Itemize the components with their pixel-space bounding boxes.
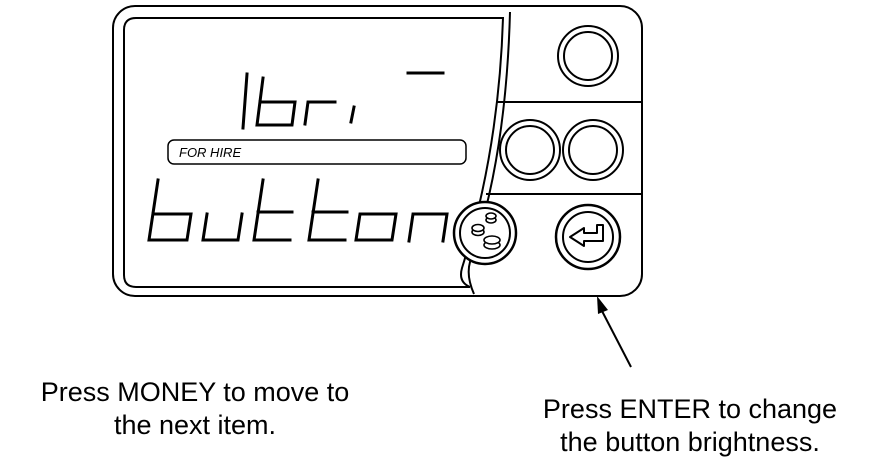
middle-right-button[interactable] (562, 119, 624, 181)
money-instruction-caption: Press MONEY to move to the next item. (0, 376, 390, 442)
caption-line: Press MONEY to move to (40, 377, 350, 407)
enter-instruction-caption: Press ENTER to change the button brightn… (510, 393, 870, 459)
pointer-arrow (597, 296, 632, 368)
caption-line: Press ENTER to change (542, 394, 838, 424)
money-button[interactable] (452, 200, 518, 266)
middle-left-button[interactable] (499, 119, 561, 181)
caption-line: the button brightness. (560, 427, 820, 457)
caption-line: the next item. (113, 410, 277, 440)
top-right-button[interactable] (557, 25, 619, 87)
enter-button[interactable] (554, 203, 622, 271)
for-hire-label: FOR HIRE (179, 145, 241, 160)
